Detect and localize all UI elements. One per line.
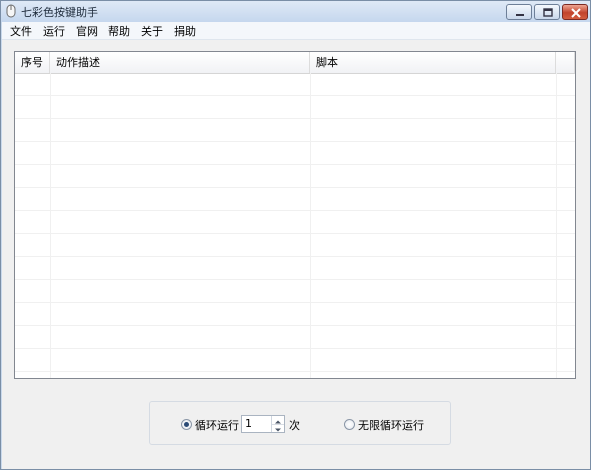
- title-bar: 七彩色按键助手: [1, 1, 590, 22]
- close-button[interactable]: [562, 4, 588, 20]
- menu-help[interactable]: 帮助: [106, 23, 132, 39]
- run-options-group: 循环运行 1 次 无限循环运行: [149, 401, 451, 445]
- menu-about[interactable]: 关于: [139, 23, 165, 39]
- table-row: [15, 257, 575, 280]
- client-area: 序号 动作描述 脚本 循环运行 1 次 无限循环运行: [2, 40, 590, 469]
- column-header-filler: [556, 52, 575, 73]
- window-title: 七彩色按键助手: [21, 6, 98, 19]
- minimize-icon: [516, 14, 524, 16]
- table-row: [15, 119, 575, 142]
- table-row: [15, 188, 575, 211]
- maximize-button[interactable]: [534, 4, 560, 20]
- menu-run[interactable]: 运行: [41, 23, 67, 39]
- column-header-index[interactable]: 序号: [15, 52, 50, 73]
- loop-count-value[interactable]: 1: [245, 417, 252, 430]
- menu-website[interactable]: 官网: [74, 23, 100, 39]
- radio-selected-dot: [184, 422, 189, 427]
- maximize-icon: [543, 8, 553, 17]
- table-header: 序号 动作描述 脚本: [15, 52, 575, 74]
- infinite-loop-label[interactable]: 无限循环运行: [358, 417, 424, 433]
- spinner-buttons: [271, 416, 284, 432]
- table-row: [15, 165, 575, 188]
- table-row: [15, 303, 575, 326]
- infinite-loop-radio[interactable]: [344, 419, 355, 430]
- table-row: [15, 211, 575, 234]
- column-header-script[interactable]: 脚本: [310, 52, 556, 73]
- times-unit-label: 次: [289, 419, 300, 432]
- table-row: [15, 349, 575, 372]
- menu-donate[interactable]: 捐助: [172, 23, 198, 39]
- table-row: [15, 142, 575, 165]
- table-row: [15, 234, 575, 257]
- app-window: 七彩色按键助手 文件 运行 官网 帮助 关于 捐助 序号 动作描述 脚本 循环运…: [0, 0, 591, 470]
- loop-run-label[interactable]: 循环运行: [195, 417, 239, 433]
- column-header-description[interactable]: 动作描述: [50, 52, 310, 73]
- loop-count-spinner[interactable]: 1: [241, 415, 285, 433]
- action-list[interactable]: 序号 动作描述 脚本: [14, 51, 576, 379]
- spinner-down-button[interactable]: [272, 424, 284, 432]
- table-row: [15, 73, 575, 96]
- table-row: [15, 280, 575, 303]
- mouse-icon: [6, 4, 16, 18]
- minimize-button[interactable]: [506, 4, 532, 20]
- menu-file[interactable]: 文件: [8, 23, 34, 39]
- close-icon: [571, 8, 581, 18]
- table-row: [15, 96, 575, 119]
- table-row: [15, 326, 575, 349]
- menu-bar: 文件 运行 官网 帮助 关于 捐助: [2, 22, 590, 40]
- loop-run-radio[interactable]: [181, 419, 192, 430]
- chevron-down-icon: [275, 428, 281, 432]
